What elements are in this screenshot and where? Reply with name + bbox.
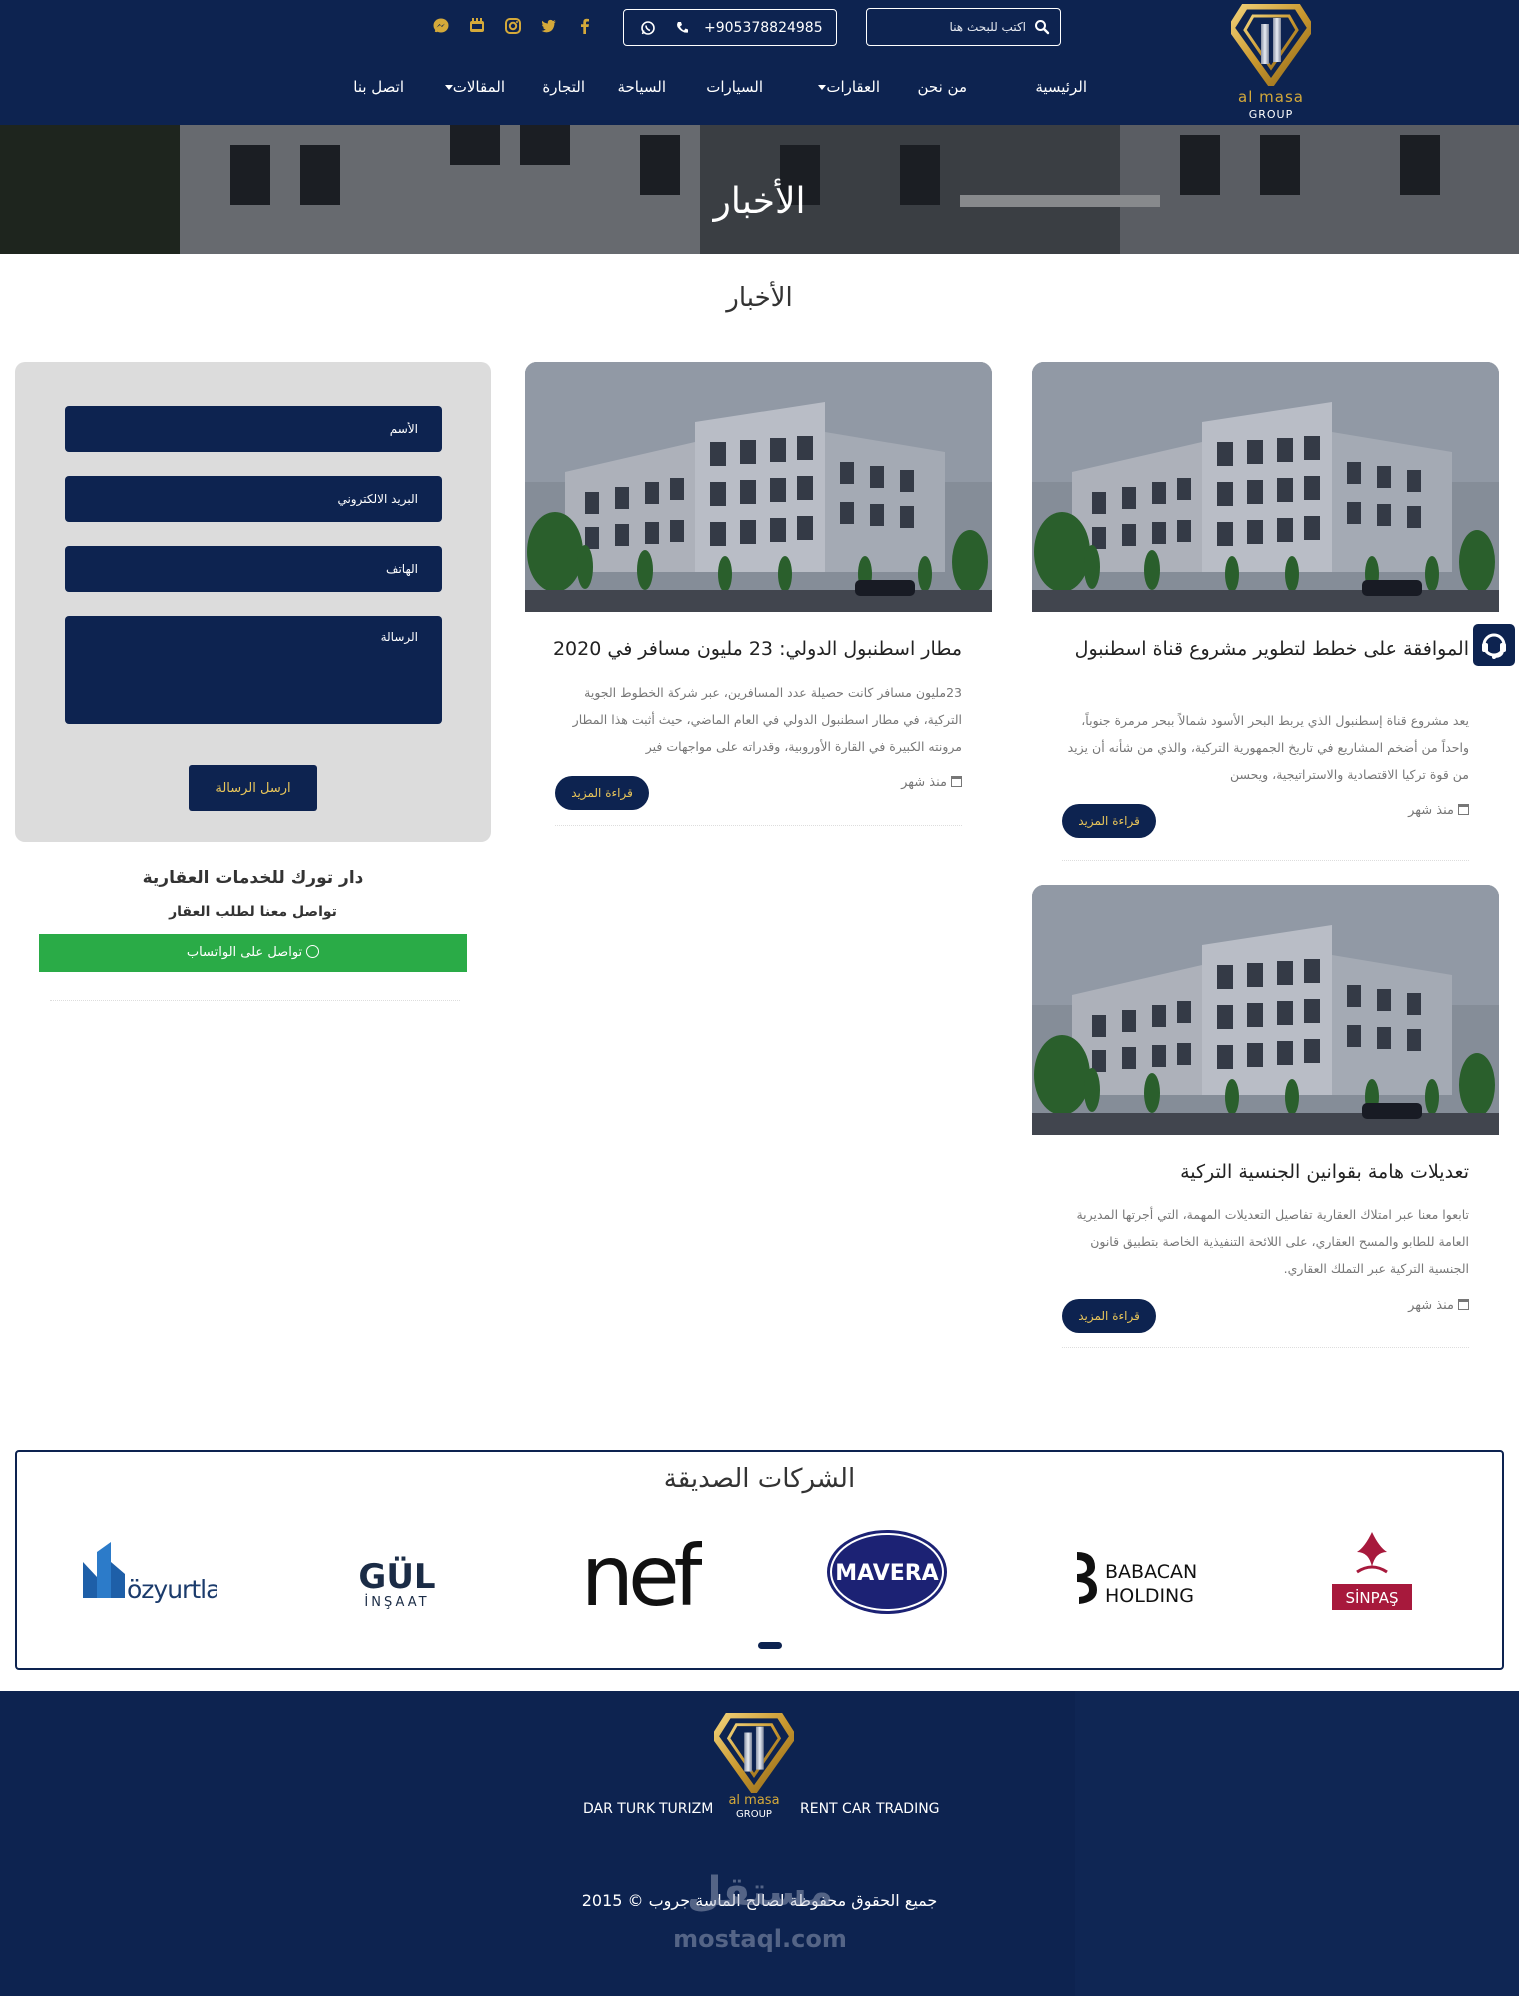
- article-card: مطار اسطنبول الدولي: 23 مليون مسافر في 2…: [525, 362, 992, 842]
- partner-name: BABACAN: [1105, 1561, 1197, 1583]
- article-image[interactable]: [525, 362, 992, 612]
- partner-logo-ozyurtlar[interactable]: özyurtlar: [77, 1522, 217, 1622]
- card-divider: [555, 825, 962, 826]
- site-header: al masa GROUP +905378824985: [0, 0, 1519, 125]
- article-card: تعديلات هامة بقوانين الجنسية التركية تاب…: [1032, 885, 1499, 1355]
- diamond-logo-icon: [1231, 4, 1311, 86]
- partner-logo-gul[interactable]: GÜL İNŞAAT: [342, 1522, 452, 1622]
- nav-about[interactable]: من نحن: [918, 78, 968, 96]
- search-icon[interactable]: [1034, 19, 1050, 35]
- article-excerpt: 23مليون مسافر كانت حصيلة عدد المسافرين، …: [572, 685, 962, 754]
- footer-link-turizm[interactable]: TURIZM: [659, 1801, 713, 1817]
- instagram-icon[interactable]: [504, 17, 522, 35]
- main-nav: الرئيسية من نحن العقارات السيارات السياح…: [350, 78, 1087, 102]
- footer-logo[interactable]: al masa GROUP: [710, 1711, 798, 1825]
- logo-brand-text: al masa: [1238, 88, 1304, 106]
- footer-link-trading[interactable]: TRADING: [876, 1801, 940, 1817]
- site-logo[interactable]: al masa GROUP: [1225, 4, 1317, 122]
- phone-icon: [677, 22, 688, 33]
- article-card: الموافقة على خطط لتطوير مشروع قناة اسطنب…: [1032, 362, 1499, 861]
- social-links: [432, 17, 592, 37]
- partner-logo-nef[interactable]: nef: [577, 1522, 702, 1622]
- card-divider: [1062, 860, 1469, 861]
- mostaql-watermark: مستقل mostaql.com: [673, 1869, 847, 1953]
- partner-name: MAVERA: [835, 1561, 938, 1586]
- article-date: منذ شهر: [901, 775, 962, 790]
- search-box: [866, 8, 1061, 46]
- facebook-icon[interactable]: [576, 17, 594, 35]
- site-footer: DAR TURK TURIZM al masa GROUP RENT CAR T…: [0, 1691, 1519, 1996]
- whatsapp-icon: [641, 21, 655, 35]
- calendar-icon: [1458, 804, 1469, 815]
- footer-logo-group: GROUP: [736, 1809, 772, 1820]
- partner-logo-sinpas[interactable]: SİNPAŞ: [1317, 1522, 1427, 1622]
- footer-background-shade: [1075, 1691, 1519, 1996]
- card-divider: [1062, 1347, 1469, 1348]
- phone-field[interactable]: [65, 546, 442, 592]
- name-field[interactable]: [65, 406, 442, 452]
- contact-form: ارسل الرسالة: [15, 362, 491, 842]
- partner-name: özyurtlar: [127, 1575, 217, 1604]
- partner-logo-mavera[interactable]: MAVERA: [822, 1522, 952, 1622]
- article-title[interactable]: الموافقة على خطط لتطوير مشروع قناة اسطنب…: [1059, 634, 1469, 664]
- read-more-button[interactable]: قراءة المزيد: [555, 776, 649, 810]
- nav-articles[interactable]: المقالات: [439, 78, 505, 96]
- chevron-down-icon: [444, 85, 453, 90]
- article-excerpt: تابعوا معنا عبر امتلاك العقارية تفاصيل ا…: [1076, 1207, 1469, 1276]
- footer-link-dar-turk[interactable]: DAR TURK: [583, 1801, 655, 1817]
- carousel-dot[interactable]: [758, 1642, 782, 1649]
- article-date: منذ شهر: [1408, 803, 1469, 818]
- nav-home[interactable]: الرئيسية: [1035, 78, 1087, 96]
- article-excerpt: يعد مشروع قناة إسطنبول الذي يربط البحر ا…: [1067, 713, 1469, 782]
- partners-section: الشركات الصديقة SİNPAŞ BABACAN HOLDING M…: [15, 1450, 1504, 1670]
- office-title: دار تورك للخدمات العقارية: [142, 868, 364, 888]
- nav-trade[interactable]: التجارة: [542, 78, 585, 96]
- calendar-icon: [951, 776, 962, 787]
- headset-icon: [1482, 633, 1506, 659]
- phone-box[interactable]: +905378824985: [623, 9, 837, 46]
- article-date: منذ شهر: [1408, 1298, 1469, 1313]
- logo-group-text: GROUP: [1248, 108, 1294, 121]
- partner-name: SİNPAŞ: [1345, 1588, 1398, 1607]
- phone-number[interactable]: +905378824985: [704, 20, 823, 36]
- nav-cars[interactable]: السيارات: [706, 78, 763, 96]
- message-field[interactable]: [65, 616, 442, 724]
- hero-banner: الأخبار: [0, 125, 1519, 254]
- sidebar-divider: [50, 1000, 460, 1001]
- footer-logo-brand: al masa: [728, 1793, 780, 1808]
- hero-title: الأخبار: [713, 181, 806, 222]
- article-image[interactable]: [1032, 362, 1499, 612]
- calendar-icon: [1458, 1299, 1469, 1310]
- page-title: الأخبار: [726, 283, 793, 313]
- partners-title: الشركات الصديقة: [663, 1464, 856, 1494]
- partner-name: nef: [581, 1527, 702, 1622]
- article-title[interactable]: مطار اسطنبول الدولي: 23 مليون مسافر في 2…: [552, 634, 962, 664]
- nav-tourism[interactable]: السياحة: [617, 78, 666, 96]
- whatsapp-button[interactable]: تواصل على الواتساب: [39, 934, 467, 972]
- whatsapp-icon: [306, 945, 320, 958]
- partner-subname: HOLDING: [1105, 1585, 1194, 1607]
- send-message-button[interactable]: ارسل الرسالة: [189, 765, 317, 811]
- diamond-logo-icon: [710, 1711, 798, 1797]
- partner-name: GÜL: [358, 1556, 435, 1597]
- article-title[interactable]: تعديلات هامة بقوانين الجنسية التركية: [1059, 1157, 1469, 1187]
- footer-link-rent-car[interactable]: RENT CAR: [800, 1801, 871, 1817]
- partner-subname: İNŞAAT: [364, 1594, 429, 1610]
- read-more-button[interactable]: قراءة المزيد: [1062, 1299, 1156, 1333]
- nav-contact[interactable]: اتصل بنا: [353, 78, 404, 96]
- email-field[interactable]: [65, 476, 442, 522]
- read-more-button[interactable]: قراءة المزيد: [1062, 804, 1156, 838]
- messenger-icon[interactable]: [432, 17, 450, 35]
- partner-logo-babacan[interactable]: BABACAN HOLDING: [1067, 1522, 1197, 1622]
- nav-real-estate[interactable]: العقارات: [812, 78, 880, 96]
- twitter-icon[interactable]: [540, 17, 558, 35]
- search-input[interactable]: [876, 13, 1026, 41]
- office-subtitle: تواصل معنا لطلب العقار: [169, 904, 337, 920]
- youtube-icon[interactable]: [468, 17, 486, 35]
- support-button[interactable]: [1473, 624, 1515, 666]
- article-image[interactable]: [1032, 885, 1499, 1135]
